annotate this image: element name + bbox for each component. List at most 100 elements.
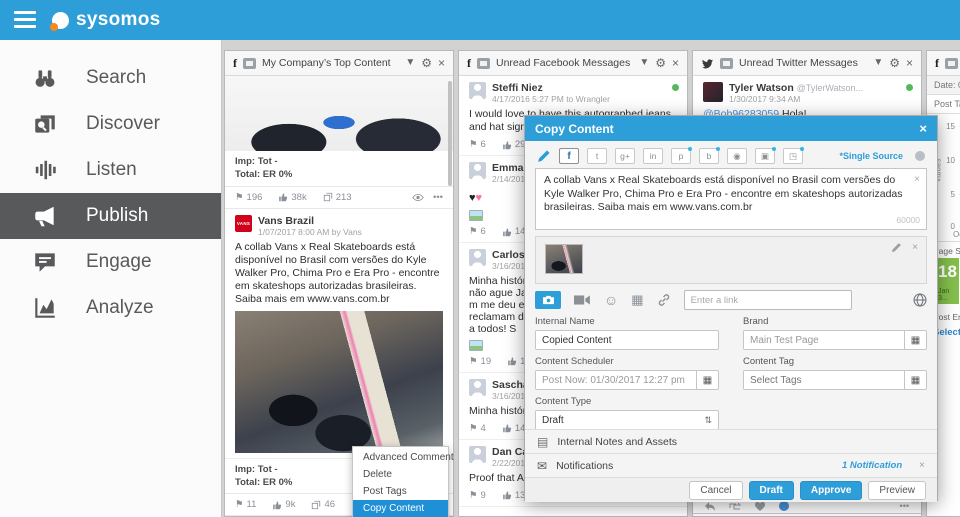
more-options-icon[interactable]: ••• xyxy=(433,192,443,203)
message-editor[interactable]: A collab Vans x Real Skateboards está di… xyxy=(535,168,927,230)
sidebar-item-publish[interactable]: Publish xyxy=(0,193,221,239)
tab-facebook[interactable]: f xyxy=(559,148,579,164)
remove-media-icon[interactable]: × xyxy=(912,242,918,253)
internal-name-field[interactable] xyxy=(535,330,719,350)
sidebar-item-engage[interactable]: Engage xyxy=(0,239,221,285)
sidebar-item-search[interactable]: Search xyxy=(0,55,221,101)
emoji-icon[interactable]: ☺ xyxy=(604,292,618,308)
close-icon[interactable]: × xyxy=(906,57,913,69)
tab-twitter[interactable]: t xyxy=(587,148,607,164)
post-tag-filter[interactable]: Post Tag... xyxy=(927,95,960,114)
brand-picker-button[interactable]: ▦ xyxy=(905,330,927,350)
close-icon[interactable]: × xyxy=(438,57,445,69)
gif-icon[interactable]: ▦ xyxy=(631,292,643,308)
comment-count: 11 xyxy=(246,499,257,511)
post-image-skateboard[interactable] xyxy=(235,310,443,453)
notification-dot xyxy=(800,147,804,151)
link-input[interactable] xyxy=(683,290,852,310)
more-options-icon[interactable]: ••• xyxy=(900,501,909,511)
image-attachment-icon[interactable] xyxy=(469,339,483,351)
globe-icon[interactable] xyxy=(913,293,927,307)
sidebar-item-listen[interactable]: Listen xyxy=(0,147,221,193)
list-icon: ▦ xyxy=(910,374,921,386)
menu-item-delete[interactable]: Delete xyxy=(353,466,448,483)
calendar-button[interactable]: ▦ xyxy=(697,370,719,390)
content-type-select[interactable]: Draft ⇅ xyxy=(535,410,719,430)
caret-down-icon[interactable]: ▼ xyxy=(873,58,883,68)
post-author[interactable]: Steffi Niez xyxy=(492,82,610,94)
dismiss-notification-icon[interactable]: × xyxy=(919,460,925,471)
reply-icon[interactable] xyxy=(705,501,715,511)
gear-icon[interactable]: ⚙ xyxy=(889,57,900,69)
internal-notes-section[interactable]: ▤ Internal Notes and Assets xyxy=(525,429,937,453)
imp-label: Imp: Tot - xyxy=(235,156,278,167)
notification-count-link[interactable]: 1 Notification xyxy=(842,460,902,471)
thumbs-up-icon xyxy=(502,491,511,500)
eye-icon[interactable] xyxy=(412,193,424,202)
comments-icon: ⚑ xyxy=(235,499,244,511)
modal-close-icon[interactable]: × xyxy=(919,121,927,136)
thumbs-up-icon xyxy=(502,424,511,433)
binoculars-icon xyxy=(35,70,55,87)
menu-item-post-tags[interactable]: Post Tags xyxy=(353,483,448,500)
photo-button[interactable] xyxy=(535,291,561,309)
tab-linkedin[interactable]: in xyxy=(643,148,663,164)
caret-down-icon[interactable]: ▼ xyxy=(639,58,649,68)
sidebar-item-analyze[interactable]: Analyze xyxy=(0,285,221,331)
list-icon: ▦ xyxy=(910,334,921,346)
sidebar: Search Discover Listen Publish Engage An… xyxy=(0,40,222,517)
gear-icon[interactable]: ⚙ xyxy=(421,57,432,69)
tab-youtube[interactable]: ▣ xyxy=(755,147,776,164)
link-icon[interactable] xyxy=(657,293,671,307)
content-tag-field[interactable] xyxy=(743,370,905,390)
tab-tumblr[interactable]: b xyxy=(699,147,720,164)
facebook-icon: f xyxy=(935,55,939,70)
tab-googleplus[interactable]: g+ xyxy=(615,148,635,164)
notifications-section[interactable]: ✉ Notifications 1 Notification × xyxy=(525,453,937,477)
sidebar-label-engage: Engage xyxy=(86,251,152,272)
date-filter[interactable]: Date: 0... xyxy=(927,76,960,95)
tag-picker-button[interactable]: ▦ xyxy=(905,370,927,390)
post-image-sneakers[interactable] xyxy=(225,76,453,151)
notification-dot xyxy=(772,147,776,151)
heart-icon[interactable] xyxy=(755,501,765,511)
tab-vine[interactable]: ◳ xyxy=(783,147,804,164)
tab-pinterest[interactable]: p xyxy=(671,147,692,164)
post-text: A collab Vans x Real Skateboards está di… xyxy=(235,240,440,305)
column1-title: My Company’s Top Content xyxy=(262,57,391,69)
column2-title: Unread Facebook Messages xyxy=(496,57,631,69)
brand-field[interactable] xyxy=(743,330,905,350)
post-author[interactable]: Tyler Watson @TylerWatson... xyxy=(729,82,863,94)
avatar xyxy=(469,162,486,180)
single-source-info-icon[interactable] xyxy=(915,151,925,161)
sidebar-label-publish: Publish xyxy=(86,205,149,226)
gear-icon[interactable]: ⚙ xyxy=(655,57,666,69)
menu-item-advanced-comment[interactable]: Advanced Comment xyxy=(353,449,454,466)
sidebar-item-discover[interactable]: Discover xyxy=(0,101,221,147)
close-icon[interactable]: × xyxy=(672,57,679,69)
media-thumbnail[interactable] xyxy=(545,244,583,274)
preview-button[interactable]: Preview xyxy=(868,480,926,500)
column1-scrollbar[interactable] xyxy=(448,81,452,186)
comments-icon: ⚑ xyxy=(469,226,478,238)
retweet-icon[interactable] xyxy=(729,502,741,511)
approve-button[interactable]: Approve xyxy=(799,480,863,500)
hamburger-menu-icon[interactable] xyxy=(14,11,38,29)
internal-notes-label: Internal Notes and Assets xyxy=(557,435,677,448)
cancel-button[interactable]: Cancel xyxy=(689,480,743,500)
clear-message-icon[interactable]: × xyxy=(914,173,920,186)
content-scheduler-field[interactable] xyxy=(535,370,697,390)
post-author[interactable]: Vans Brazil xyxy=(258,215,362,227)
messages-badge-icon xyxy=(720,57,733,69)
video-icon[interactable] xyxy=(574,294,591,306)
post-vans-brazil[interactable]: VANS Vans Brazil 1/07/2017 8:00 AM by Va… xyxy=(225,209,453,459)
image-attachment-icon[interactable] xyxy=(469,210,483,222)
menu-item-copy-content[interactable]: Copy Content xyxy=(353,500,448,517)
caret-down-icon[interactable]: ▼ xyxy=(405,58,415,68)
compose-pencil-icon[interactable] xyxy=(537,149,551,163)
edit-media-pencil-icon[interactable] xyxy=(891,242,902,253)
discover-icon xyxy=(35,115,55,133)
info-circle-icon[interactable] xyxy=(779,501,789,511)
draft-button[interactable]: Draft xyxy=(748,480,794,500)
tab-instagram[interactable]: ◉ xyxy=(727,148,747,164)
